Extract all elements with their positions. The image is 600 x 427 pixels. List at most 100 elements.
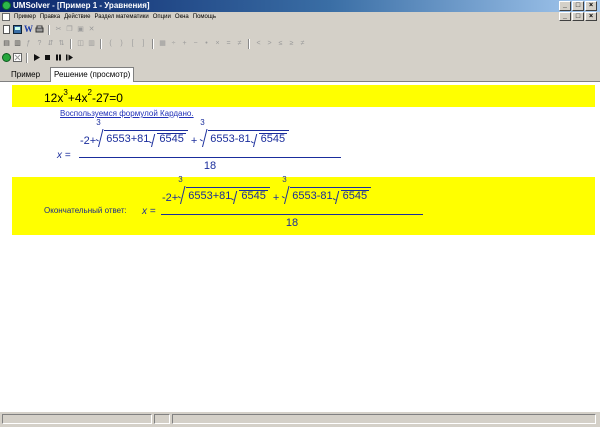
close-bracket-button[interactable]: ]: [139, 39, 148, 48]
toolbar-file: W ✂ ❐ ▣ ✕: [2, 23, 96, 36]
menu-item-windows[interactable]: Окна: [173, 12, 191, 22]
step-icon[interactable]: [65, 53, 74, 62]
tab-solution-view[interactable]: Решение (просмотр): [50, 67, 135, 82]
answer-cube-root-1: 3 6553+81 6545: [178, 175, 270, 204]
toolbar-math-btn-8[interactable]: ▥: [87, 39, 96, 48]
toolbar-math-btn-6[interactable]: ⇅: [57, 39, 66, 48]
toolbar-math-btn-2[interactable]: ▥: [13, 39, 22, 48]
toolbar-math-btn-3[interactable]: ƒ: [24, 39, 33, 48]
formula-plus: +: [190, 135, 198, 147]
formula-prefix: -2+: [80, 135, 97, 147]
menu-item-action[interactable]: Действие: [62, 12, 92, 22]
radical-sign-icon: [200, 129, 208, 147]
less-than-button[interactable]: <: [254, 39, 263, 48]
menu-item-help[interactable]: Помощь: [191, 12, 218, 22]
delete-icon[interactable]: ✕: [87, 25, 96, 34]
stop-square-icon[interactable]: [43, 53, 52, 62]
window-controls: _ □ ×: [559, 1, 597, 11]
doc-close-button[interactable]: ×: [585, 12, 597, 21]
paste-icon[interactable]: ▣: [76, 25, 85, 34]
answer-numerator: -2+ 3 6553+81 6545 + 3 6553-81 6545: [162, 175, 372, 204]
toolbar-area: W ✂ ❐ ▣ ✕ ▤ ▥ ƒ ? ⇵ ⇅ ◫ ▥ ( ) [ ] ▦ ÷ + …: [0, 22, 600, 66]
answer-square-root-2: 6545: [333, 188, 370, 204]
radical-sign-icon: [96, 129, 104, 147]
equation-term-2: +4x: [67, 91, 88, 105]
minus-button[interactable]: −: [191, 39, 200, 48]
menu-item-options[interactable]: Опции: [151, 12, 173, 22]
menu-item-math-section[interactable]: Раздел математики: [92, 12, 150, 22]
formula-x-label: x =: [57, 150, 71, 161]
square-root-radicand-1: 6545: [157, 133, 186, 145]
solution-view: 12x3+4x2-27=0 Воспользуемся формулой Кар…: [10, 82, 595, 412]
formula-denominator: 18: [203, 160, 217, 172]
open-bracket-button[interactable]: [: [128, 39, 137, 48]
minimize-button[interactable]: _: [559, 1, 571, 11]
cardano-link[interactable]: Воспользуемся формулой Кардано.: [60, 109, 194, 118]
radical-sign-icon: [231, 191, 239, 204]
radicand-1: 6553+81: [106, 133, 150, 145]
greater-than-button[interactable]: >: [265, 39, 274, 48]
matrix-button[interactable]: ▦: [158, 39, 167, 48]
copy-icon[interactable]: ❐: [65, 25, 74, 34]
window-title: UMSolver - [Пример 1 - Уравнения]: [13, 1, 150, 10]
answer-denominator: 18: [285, 217, 299, 229]
stop-icon[interactable]: [13, 53, 22, 62]
greater-equal-button[interactable]: ≥: [287, 39, 296, 48]
fraction-bar: [79, 157, 341, 158]
square-root-radicand-2: 6545: [258, 133, 288, 145]
not-equal-button[interactable]: ≠: [235, 39, 244, 48]
close-paren-button[interactable]: ): [117, 39, 126, 48]
toolbar-separator: [100, 38, 102, 49]
document-icon: [2, 13, 10, 21]
image-icon[interactable]: [13, 25, 22, 34]
answer-fraction-bar: [161, 214, 423, 215]
equation-exponent-2: 2: [87, 88, 92, 97]
toolbar-run: [2, 51, 74, 64]
menu-item-edit[interactable]: Правка: [38, 12, 62, 22]
answer-prefix: -2+: [162, 192, 179, 204]
toolbar-math-btn-5[interactable]: ⇵: [46, 39, 55, 48]
toolbar-math-btn-1[interactable]: ▤: [2, 39, 11, 48]
not-equal-button-2[interactable]: ≠: [298, 39, 307, 48]
equation-term-1: 12x: [44, 91, 64, 105]
cardano-block: Воспользуемся формулой Кардано. x = -2+ …: [12, 107, 595, 177]
divide-button[interactable]: ÷: [169, 39, 178, 48]
run-icon[interactable]: [2, 53, 11, 62]
final-answer-block: Окончательный ответ: x = -2+ 3 6553+81 65…: [12, 175, 595, 235]
open-paren-button[interactable]: (: [106, 39, 115, 48]
dot-button[interactable]: •: [202, 39, 211, 48]
less-equal-button[interactable]: ≤: [276, 39, 285, 48]
doc-restore-button[interactable]: □: [572, 12, 584, 21]
toolbar-separator: [152, 38, 154, 49]
toolbar-separator: [26, 52, 28, 63]
equals-button[interactable]: =: [224, 39, 233, 48]
toolbar-separator: [48, 24, 50, 35]
multiply-button[interactable]: ×: [213, 39, 222, 48]
doc-minimize-button[interactable]: _: [559, 12, 571, 21]
toolbar-math-btn-7[interactable]: ◫: [76, 39, 85, 48]
new-doc-icon[interactable]: [2, 25, 11, 34]
answer-x-label: x =: [142, 206, 156, 217]
close-button[interactable]: ×: [585, 1, 597, 11]
word-icon[interactable]: W: [24, 25, 33, 34]
toolbar-separator: [70, 38, 72, 49]
maximize-button[interactable]: □: [572, 1, 584, 11]
answer-radicand-1: 6553+81: [188, 190, 232, 202]
print-icon[interactable]: [35, 25, 44, 34]
cut-icon[interactable]: ✂: [54, 25, 63, 34]
radical-sign-icon: [282, 186, 290, 204]
square-root-2: 6545: [251, 131, 288, 147]
plus-button[interactable]: +: [180, 39, 189, 48]
answer-square-root-radicand-2: 6545: [340, 190, 370, 202]
play-icon[interactable]: [32, 53, 41, 62]
radical-sign-icon: [149, 134, 157, 147]
square-root-1: 6545: [149, 131, 186, 147]
pause-icon[interactable]: [54, 53, 63, 62]
toolbar-math-btn-4[interactable]: ?: [35, 39, 44, 48]
answer-square-root-1: 6545: [231, 188, 268, 204]
answer-root-index-2: 3: [282, 175, 287, 184]
equation: 12x3+4x2-27=0: [44, 88, 123, 105]
menu-item-example[interactable]: Пример: [12, 12, 38, 22]
status-bar: [0, 412, 600, 427]
tab-example[interactable]: Пример: [8, 68, 43, 82]
